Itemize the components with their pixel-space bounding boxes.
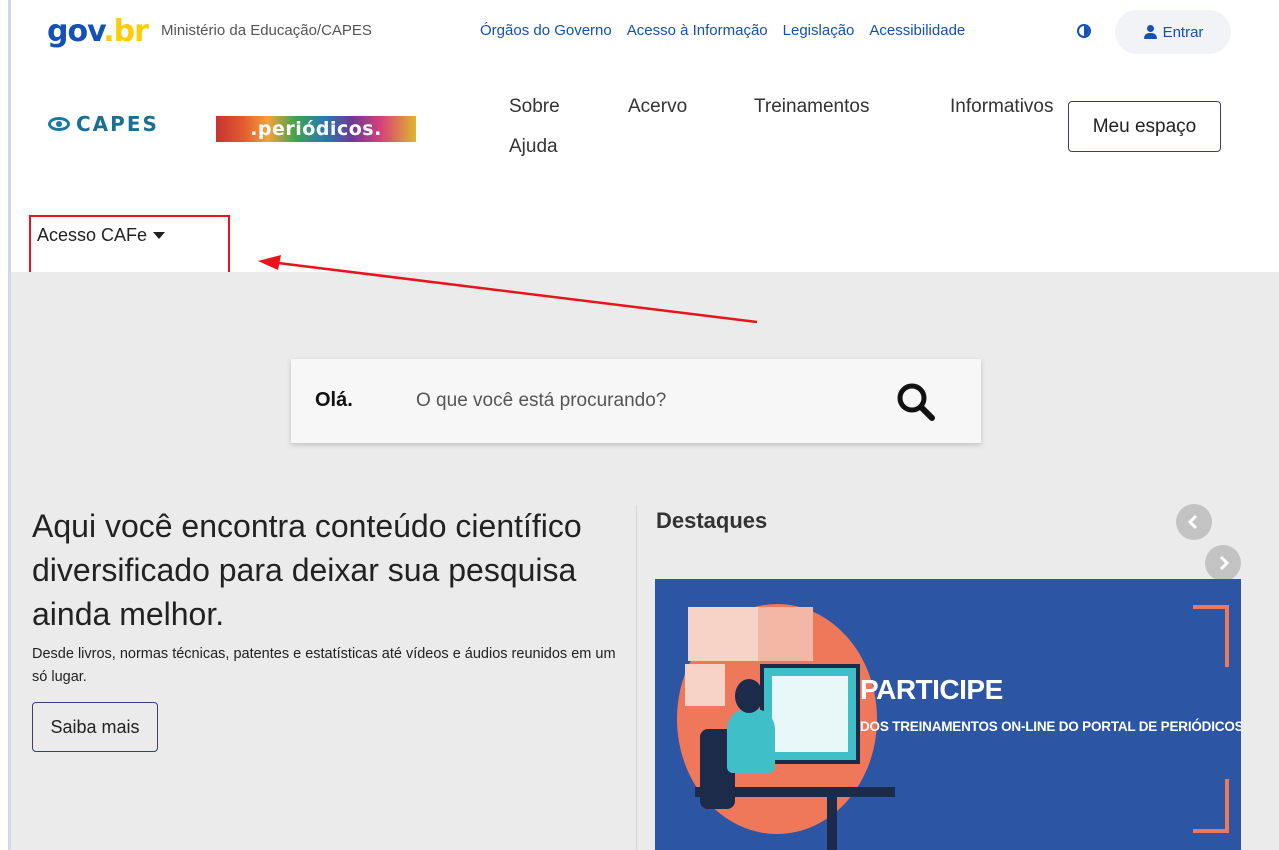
ministry-name: Ministério da Educação/CAPES xyxy=(161,22,372,39)
contrast-icon[interactable] xyxy=(1077,24,1091,38)
link-acesso-informacao[interactable]: Acesso à Informação xyxy=(627,22,768,39)
search-icon[interactable] xyxy=(896,382,936,422)
intro-description: Desde livros, normas técnicas, patentes … xyxy=(32,646,616,685)
nav-item-ajuda[interactable]: Ajuda xyxy=(509,136,558,158)
banner-chart-panel xyxy=(685,664,725,706)
capes-eye-icon xyxy=(48,117,70,131)
banner-person-head xyxy=(735,679,763,713)
intro-headline: Aqui você encontra conteúdo científico d… xyxy=(32,508,582,632)
banner-corner-decoration xyxy=(1193,779,1229,833)
section-divider xyxy=(636,505,637,850)
gov-links: Órgãos do Governo Acesso à Informação Le… xyxy=(480,22,980,39)
banner-desk xyxy=(695,787,895,797)
link-acessibilidade[interactable]: Acessibilidade xyxy=(869,22,965,39)
learn-more-button[interactable]: Saiba mais xyxy=(32,702,158,752)
highlight-banner[interactable]: PARTICIPE DOS TREINAMENTOS ON-LINE DO PO… xyxy=(655,579,1241,850)
banner-ui-panel xyxy=(688,607,760,661)
carousel-prev-button[interactable] xyxy=(1176,504,1212,540)
login-button[interactable]: Entrar xyxy=(1115,10,1231,54)
banner-desk-leg xyxy=(827,797,837,850)
carousel-next-button[interactable] xyxy=(1205,545,1241,581)
nav-item-informativos[interactable]: Informativos xyxy=(950,96,1053,118)
highlights-title: Destaques xyxy=(656,508,768,533)
search-greeting: Olá. xyxy=(315,389,353,411)
nav-item-acervo[interactable]: Acervo xyxy=(628,96,687,118)
br-logo-text: .br xyxy=(103,14,149,49)
gov-br-logo[interactable]: gov.br xyxy=(47,14,149,50)
capes-logo-text: CAPES xyxy=(76,112,159,136)
login-label: Entrar xyxy=(1162,23,1204,41)
banner-subtitle: DOS TREINAMENTOS ON-LINE DO PORTAL DE PE… xyxy=(860,719,1241,734)
gov-logo-text: gov xyxy=(47,14,104,49)
banner-person xyxy=(727,709,775,773)
link-orgaos-governo[interactable]: Órgãos do Governo xyxy=(480,22,612,39)
chevron-left-icon xyxy=(1187,514,1198,530)
banner-ui-panel xyxy=(758,607,813,661)
search-input[interactable] xyxy=(416,383,856,419)
banner-title: PARTICIPE xyxy=(860,674,1003,705)
periodicos-logo-text: .periódicos. xyxy=(250,118,382,140)
chevron-right-icon xyxy=(1219,555,1230,571)
user-icon xyxy=(1143,25,1157,39)
banner-corner-decoration xyxy=(1193,605,1229,667)
link-legislacao[interactable]: Legislação xyxy=(783,22,855,39)
my-space-button[interactable]: Meu espaço xyxy=(1068,101,1221,152)
periodicos-logo[interactable]: .periódicos. xyxy=(216,116,416,142)
capes-logo[interactable]: CAPES xyxy=(48,112,159,136)
gov-bar: gov.br Ministério da Educação/CAPES Órgã… xyxy=(0,0,1279,66)
banner-monitor xyxy=(760,664,860,764)
nav-item-sobre[interactable]: Sobre xyxy=(509,96,560,118)
search-bar: Olá. xyxy=(291,359,981,443)
annotation-highlight-box xyxy=(29,215,230,277)
nav-item-treinamentos[interactable]: Treinamentos xyxy=(754,96,869,118)
